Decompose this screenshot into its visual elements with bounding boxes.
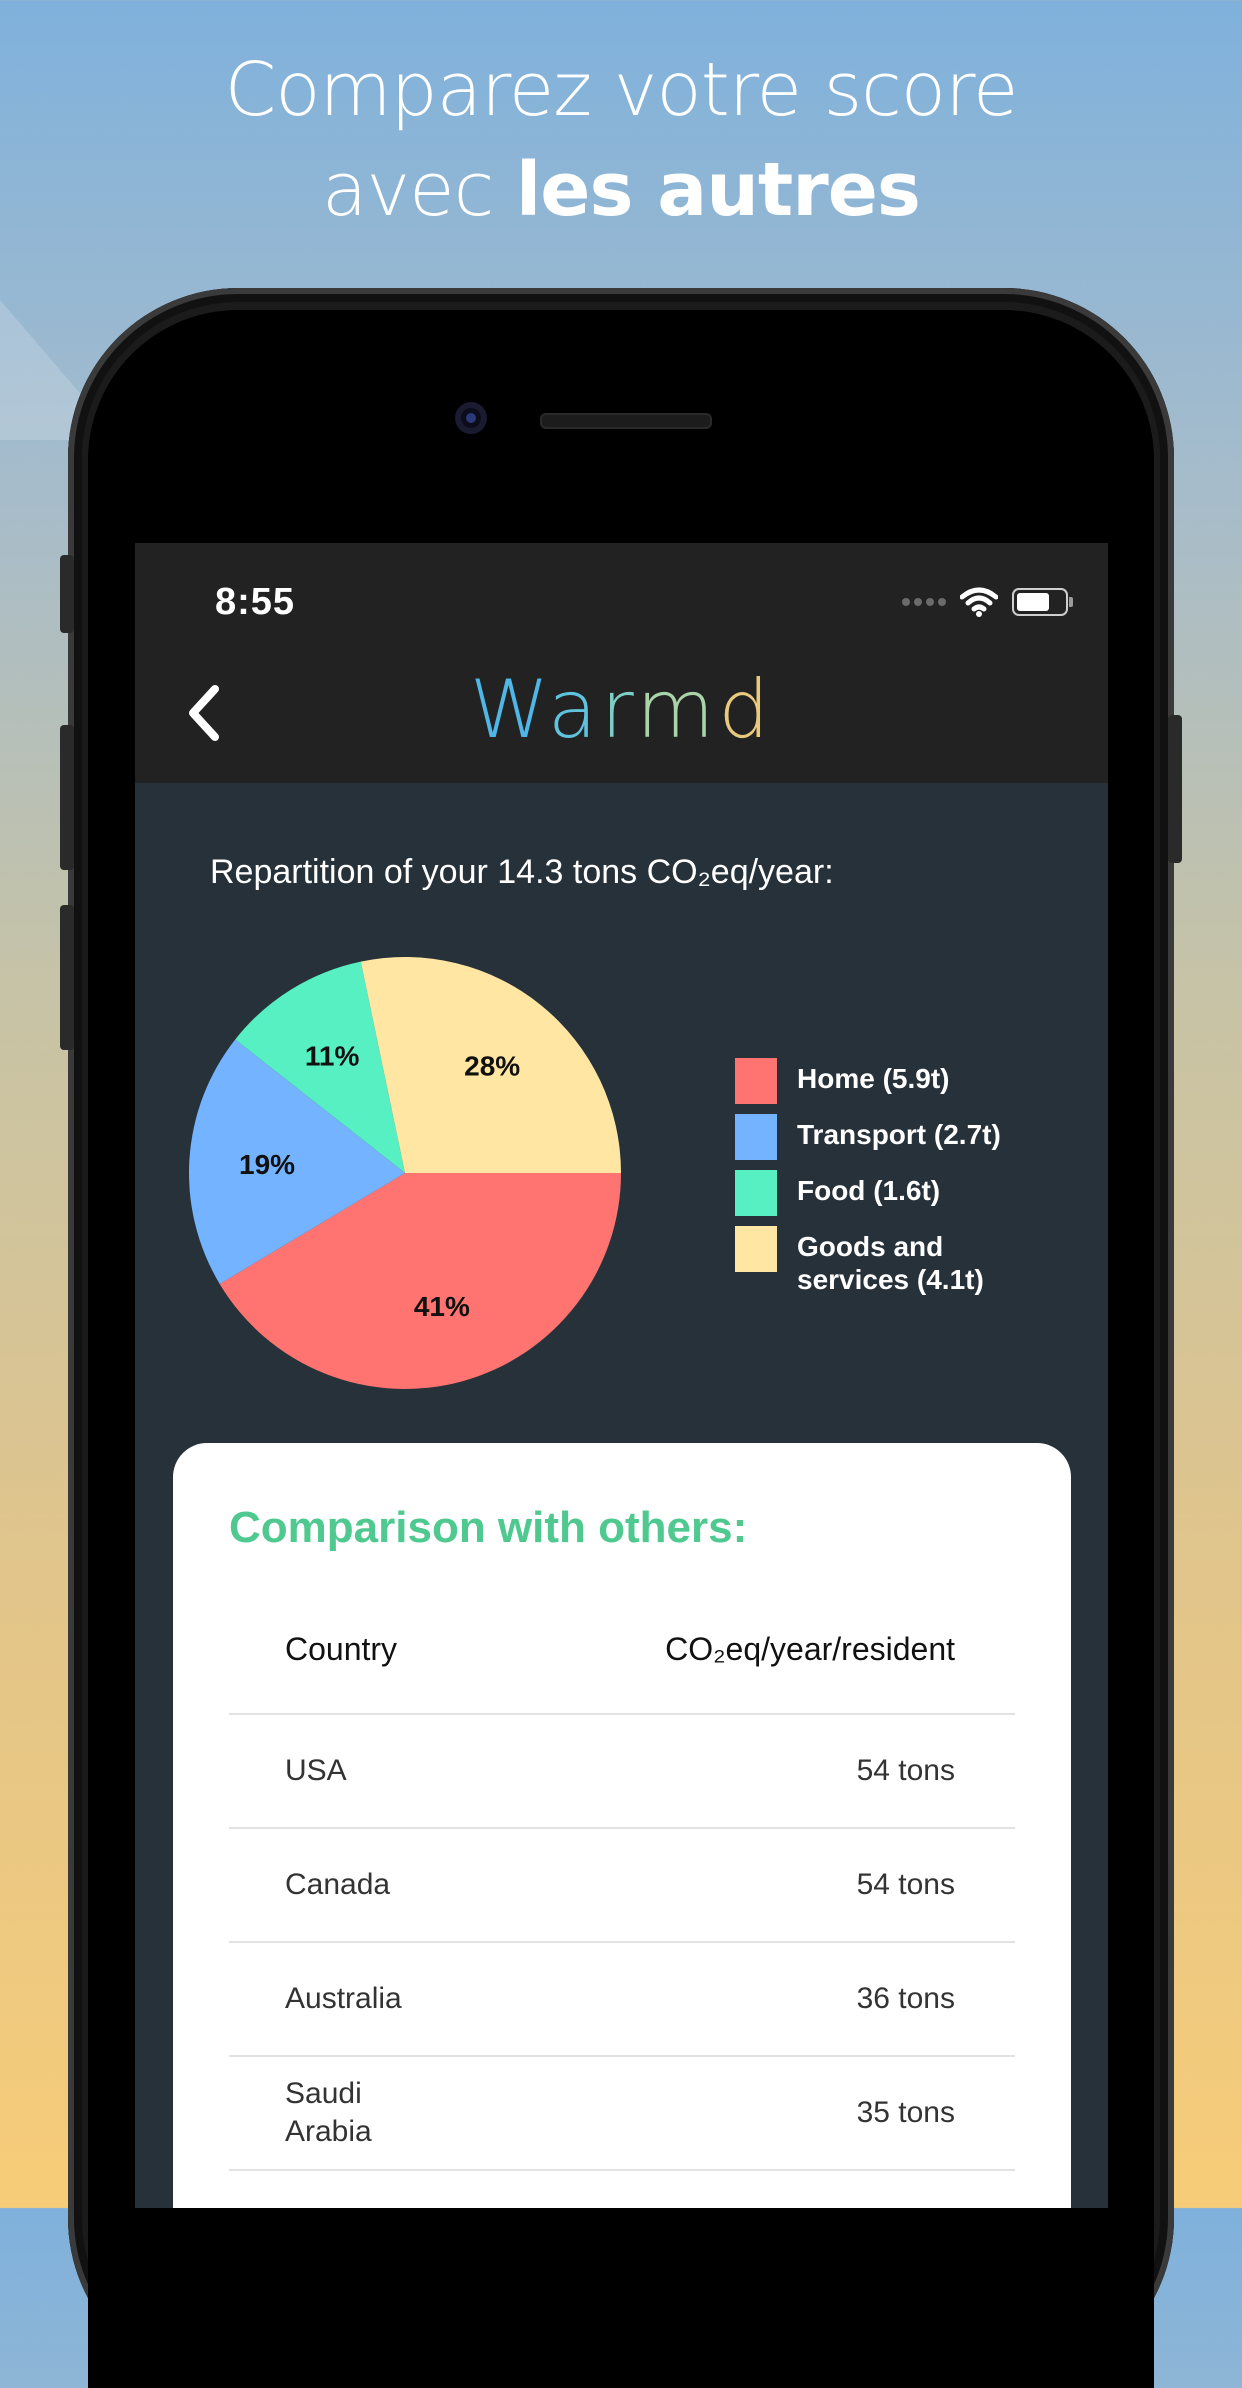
wifi-icon (960, 587, 998, 617)
row-value: 54 tons (856, 1754, 955, 1787)
title-letter-r: r (600, 663, 637, 756)
legend-label-goods: Goods and services (4.1t) (797, 1231, 984, 1295)
status-icons (902, 587, 1073, 617)
row-country: Canada (285, 1868, 391, 1901)
row-country: USA (285, 1754, 347, 1787)
phone-volume-down (60, 905, 74, 1050)
legend-swatch-transport (735, 1114, 777, 1160)
promo-headline: Comparez votre score avec les autres (0, 40, 1242, 240)
promo-line-1: Comparez votre score (224, 47, 1019, 133)
navigation-bar: 8:55 Warmd (135, 543, 1108, 783)
pie-label-transport: 19% (239, 1149, 295, 1180)
title-letter-m: m (636, 663, 719, 756)
table-row: USA 54 tons (229, 1715, 1015, 1829)
app-screen: 8:55 Warmd Repartition of your 14.3 tons… (135, 543, 1108, 2208)
row-value: 35 tons (856, 2096, 955, 2129)
phone-power-button (1168, 715, 1182, 863)
comparison-table: Country CO₂eq/year/resident USA 54 tons … (229, 1603, 1015, 2171)
comparison-card: Comparison with others: Country CO₂eq/ye… (173, 1443, 1071, 2208)
title-letter-d: d (718, 663, 774, 756)
promo-line-2-prefix: avec (322, 147, 516, 233)
comparison-title: Comparison with others: (229, 1503, 748, 1552)
app-title: Warmd (135, 663, 1108, 756)
earpiece-speaker (540, 413, 712, 429)
cellular-signal-icon (902, 598, 946, 606)
table-row: Canada 54 tons (229, 1829, 1015, 1943)
legend-label-transport: Transport (2.7t) (797, 1119, 1001, 1150)
promo-line-2: avec les autres (0, 140, 1242, 240)
table-row: Saudi Arabia 35 tons (229, 2057, 1015, 2171)
row-value: 54 tons (856, 1868, 955, 1901)
header-country: Country (285, 1631, 398, 1667)
pie-label-goods: 28% (464, 1051, 520, 1082)
legend-label-food: Food (1.6t) (797, 1175, 941, 1206)
table-header: Country CO₂eq/year/resident (229, 1603, 1015, 1715)
legend-label-home: Home (5.9t) (797, 1063, 950, 1094)
row-country: Australia (285, 1982, 402, 2015)
phone-volume-up (60, 725, 74, 870)
repartition-subtitle: Repartition of your 14.3 tons CO₂eq/year… (210, 853, 834, 891)
front-camera (455, 402, 487, 434)
pie-label-home: 41% (414, 1291, 470, 1322)
status-time: 8:55 (215, 581, 296, 623)
emissions-pie-chart: 41% 19% 11% 28% (189, 957, 621, 1389)
promo-line-2-bold: les autres (515, 147, 921, 233)
title-letter-w: W (469, 663, 548, 756)
pie-label-food: 11% (305, 1041, 360, 1072)
phone-mute-switch (60, 555, 74, 633)
battery-icon (1012, 588, 1073, 616)
row-country: Saudi Arabia (285, 2077, 372, 2148)
row-value: 36 tons (856, 1982, 955, 2015)
legend-swatch-goods (735, 1226, 777, 1272)
header-emissions: CO₂eq/year/resident (665, 1631, 955, 1667)
table-row: Australia 36 tons (229, 1943, 1015, 2057)
legend-swatch-home (735, 1058, 777, 1104)
legend-swatch-food (735, 1170, 777, 1216)
title-letter-a: a (547, 663, 601, 756)
